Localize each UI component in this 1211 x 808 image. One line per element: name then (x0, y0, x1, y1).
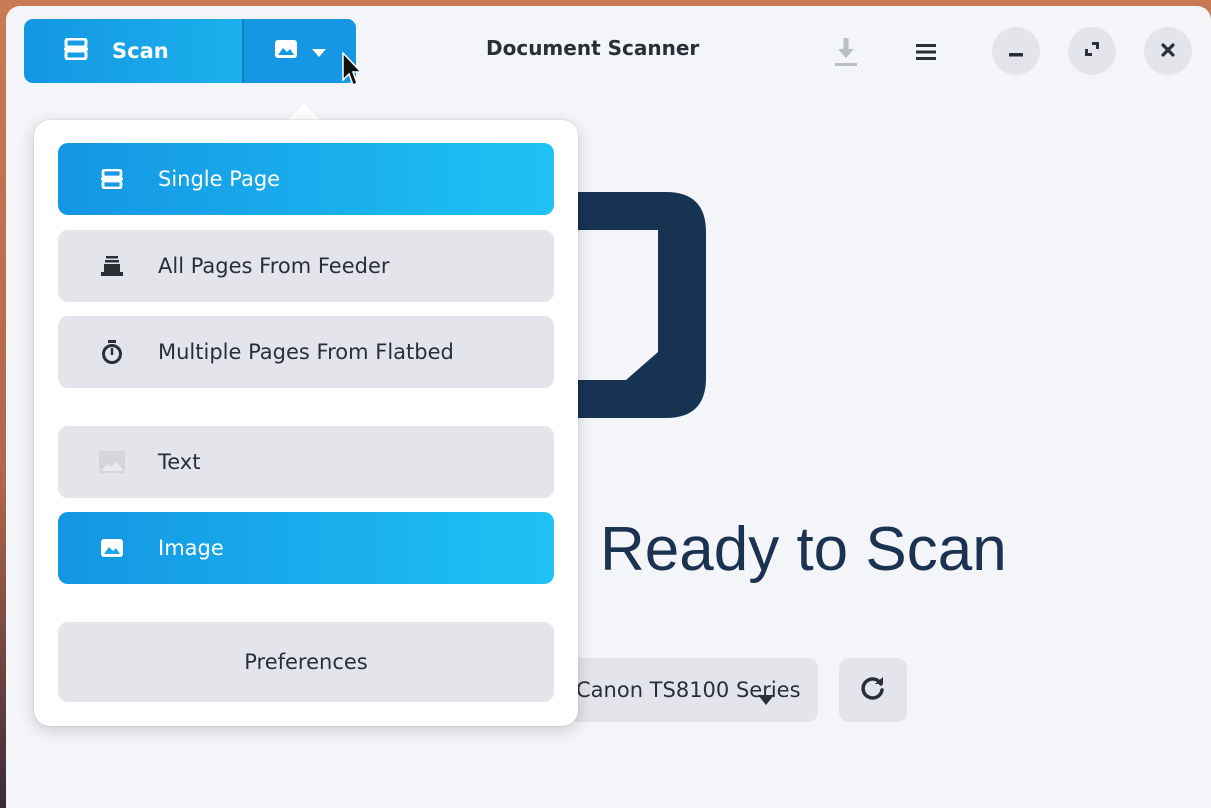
scan-label: Scan (112, 39, 169, 63)
download-icon (834, 37, 858, 71)
document-stack-icon (98, 252, 126, 280)
app-window: Scan Document Scanner Ready to Scan Cano… (6, 6, 1211, 808)
scan-options-popover: Single Page All Pages From Feeder Multip… (34, 120, 578, 726)
menu-item-text[interactable]: Text (58, 426, 554, 498)
refresh-devices-button[interactable] (839, 658, 907, 722)
main-menu-button[interactable] (908, 36, 944, 72)
image-icon (98, 534, 126, 562)
close-button[interactable] (1144, 27, 1192, 75)
scanner-illustration-icon (566, 192, 706, 418)
hamburger-menu-icon (915, 43, 937, 65)
menu-item-label: Multiple Pages From Flatbed (158, 340, 454, 364)
stopwatch-icon (98, 338, 126, 366)
save-button[interactable] (828, 36, 864, 72)
scan-button[interactable]: Scan (24, 19, 242, 83)
minimize-icon (1009, 42, 1023, 61)
preferences-label: Preferences (244, 650, 368, 674)
scanner-icon (98, 165, 126, 193)
device-selector[interactable]: Canon TS8100 Series (546, 658, 818, 722)
menu-item-label: All Pages From Feeder (158, 254, 390, 278)
preferences-button[interactable]: Preferences (58, 622, 554, 702)
minimize-button[interactable] (992, 27, 1040, 75)
text-document-icon (98, 448, 126, 476)
chevron-down-icon (312, 42, 326, 61)
chevron-down-icon (758, 686, 774, 710)
refresh-icon (860, 675, 886, 705)
close-icon (1161, 42, 1175, 61)
image-icon (274, 39, 298, 63)
menu-item-all-pages-feeder[interactable]: All Pages From Feeder (58, 230, 554, 302)
menu-item-label: Single Page (158, 167, 281, 191)
maximize-button[interactable] (1068, 27, 1116, 75)
menu-item-label: Image (158, 536, 224, 560)
menu-item-image[interactable]: Image (58, 512, 554, 584)
scan-split-button: Scan (24, 19, 356, 83)
ready-to-scan-text: Ready to Scan (600, 515, 1007, 584)
scanner-icon (64, 37, 88, 65)
menu-item-label: Text (158, 450, 201, 474)
menu-item-multiple-pages-flatbed[interactable]: Multiple Pages From Flatbed (58, 316, 554, 388)
mouse-pointer-icon (342, 51, 366, 92)
maximize-icon (1084, 41, 1100, 61)
scan-mode-menu-button[interactable] (244, 19, 356, 83)
window-title: Document Scanner (486, 36, 700, 60)
menu-item-single-page[interactable]: Single Page (58, 143, 554, 215)
